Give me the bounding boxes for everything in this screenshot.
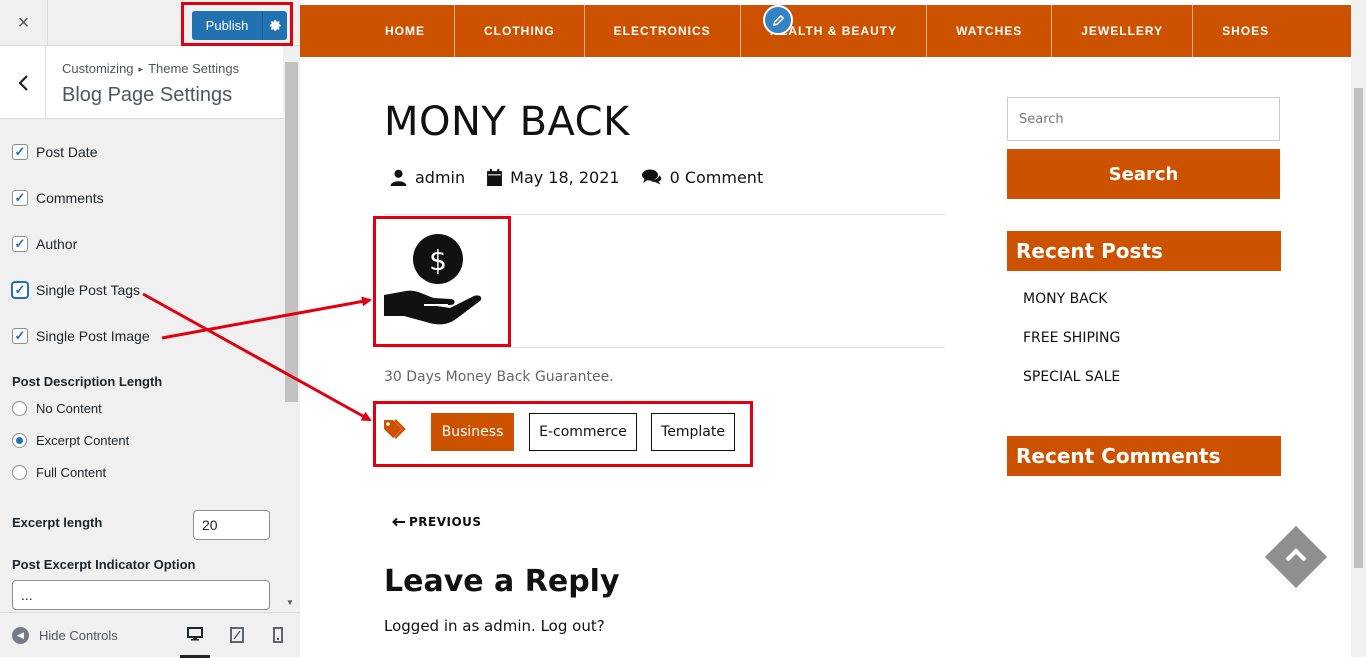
radio-button[interactable] bbox=[12, 464, 27, 480]
radio-full-content[interactable]: Full Content bbox=[12, 463, 106, 481]
gear-icon bbox=[269, 20, 281, 31]
post-author[interactable]: admin bbox=[415, 168, 465, 187]
recent-posts-title: Recent Posts bbox=[1007, 231, 1281, 271]
logged-in-text[interactable]: Logged in as admin. Log out? bbox=[384, 617, 605, 635]
tablet-icon bbox=[230, 627, 244, 643]
publish-button[interactable]: Publish bbox=[192, 11, 262, 40]
excerpt-length-label: Excerpt length bbox=[12, 515, 103, 530]
recent-post-link[interactable]: SPECIAL SALE bbox=[1023, 369, 1120, 385]
checkbox-single-post-tags[interactable]: ✓ Single Post Tags bbox=[12, 280, 140, 300]
chevron-left-icon bbox=[17, 74, 28, 91]
post-description-length-label: Post Description Length bbox=[12, 374, 163, 389]
comments-icon bbox=[641, 169, 662, 185]
arrow-left-icon bbox=[392, 517, 405, 527]
hide-controls-label: Hide Controls bbox=[39, 628, 118, 643]
checkbox-checked-icon[interactable]: ✓ bbox=[12, 190, 28, 206]
checkbox-author[interactable]: ✓ Author bbox=[12, 234, 77, 254]
publish-settings-button[interactable] bbox=[262, 11, 287, 40]
sidebar-scrollbar-thumb[interactable] bbox=[285, 62, 298, 402]
hide-controls-button[interactable]: ◀ Hide Controls bbox=[12, 627, 118, 644]
search-button[interactable]: Search bbox=[1007, 149, 1280, 199]
publish-highlight-box: Publish bbox=[181, 2, 293, 46]
checkbox-label: Author bbox=[36, 236, 78, 252]
mobile-icon bbox=[273, 627, 283, 643]
radio-label: Full Content bbox=[36, 464, 107, 480]
money-back-hand-icon: $ bbox=[384, 234, 482, 325]
site-preview: HOME CLOTHING ELECTRONICS HEALTH & BEAUT… bbox=[300, 0, 1366, 657]
customizer-header: × Publish bbox=[0, 0, 300, 46]
close-customizer-button[interactable]: × bbox=[0, 0, 48, 46]
nav-item-electronics[interactable]: ELECTRONICS bbox=[585, 5, 741, 57]
arrow-left-icon: ◀ bbox=[12, 627, 29, 644]
calendar-icon bbox=[487, 168, 503, 186]
section-title: Blog Page Settings bbox=[62, 84, 233, 106]
nav-item-jewellery[interactable]: JEWELLERY bbox=[1052, 5, 1194, 57]
recent-comments-title: Recent Comments bbox=[1007, 436, 1281, 476]
checkbox-checked-icon[interactable]: ✓ bbox=[12, 328, 28, 344]
nav-item-watches[interactable]: WATCHES bbox=[927, 5, 1053, 57]
checkbox-comments[interactable]: ✓ Comments bbox=[12, 188, 104, 208]
reply-title: Leave a Reply bbox=[384, 564, 620, 599]
svg-text:$: $ bbox=[429, 244, 447, 277]
breadcrumb-section: Theme Settings bbox=[148, 61, 240, 76]
customizer-footer: ◀ Hide Controls bbox=[0, 612, 300, 658]
recent-post-link[interactable]: FREE SHIPING bbox=[1023, 330, 1120, 346]
radio-label: Excerpt Content bbox=[36, 432, 130, 448]
nav-item-clothing[interactable]: CLOTHING bbox=[455, 5, 585, 57]
device-desktop-button[interactable] bbox=[180, 623, 210, 658]
nav-item-home[interactable]: HOME bbox=[356, 5, 455, 57]
checkbox-checked-icon[interactable]: ✓ bbox=[12, 144, 28, 160]
customizer-sidebar: × Publish Customizing ▸ Theme Settings Blo… bbox=[0, 0, 300, 658]
tag-template[interactable]: Template bbox=[651, 413, 735, 451]
checkbox-label: Post Date bbox=[36, 144, 98, 160]
back-button[interactable] bbox=[0, 46, 46, 119]
tags-icon bbox=[384, 419, 406, 439]
breadcrumb: Customizing ▸ Theme Settings bbox=[62, 61, 239, 76]
previous-label: PREVIOUS bbox=[409, 515, 482, 529]
checkbox-label: Single Post Tags bbox=[36, 282, 141, 298]
preview-scrollbar-thumb[interactable] bbox=[1354, 88, 1363, 568]
excerpt-length-input[interactable]: 20 bbox=[193, 510, 270, 540]
radio-label: No Content bbox=[36, 400, 102, 416]
radio-no-content[interactable]: No Content bbox=[12, 399, 102, 417]
post-meta: admin May 18, 2021 0 Comment bbox=[390, 165, 763, 189]
desktop-icon bbox=[187, 627, 203, 641]
meta-divider bbox=[384, 214, 945, 215]
primary-nav: HOME CLOTHING ELECTRONICS HEALTH & BEAUT… bbox=[300, 5, 1351, 57]
excerpt-indicator-label: Post Excerpt Indicator Option bbox=[12, 557, 196, 572]
checkbox-label: Comments bbox=[36, 190, 104, 206]
edit-shortcut-button[interactable] bbox=[763, 5, 793, 35]
excerpt-indicator-input[interactable]: ... bbox=[12, 580, 270, 610]
user-icon bbox=[390, 169, 407, 186]
device-mobile-button[interactable] bbox=[263, 623, 293, 647]
checkbox-checked-icon[interactable]: ✓ bbox=[12, 236, 28, 252]
checkbox-checked-icon[interactable]: ✓ bbox=[12, 282, 28, 298]
checkbox-post-date[interactable]: ✓ Post Date bbox=[12, 142, 97, 162]
checkbox-single-post-image[interactable]: ✓ Single Post Image bbox=[12, 326, 150, 346]
device-tablet-button[interactable] bbox=[222, 623, 252, 647]
pencil-icon bbox=[772, 14, 784, 26]
search-input[interactable]: Search bbox=[1007, 97, 1280, 141]
previous-post-link[interactable]: PREVIOUS bbox=[392, 515, 482, 529]
chevron-up-icon bbox=[1285, 548, 1307, 562]
image-divider bbox=[384, 347, 945, 348]
recent-post-link[interactable]: MONY BACK bbox=[1023, 291, 1107, 307]
featured-image-highlight-box: $ bbox=[373, 216, 511, 347]
checkbox-label: Single Post Image bbox=[36, 328, 150, 344]
breadcrumb-separator: ▸ bbox=[138, 64, 144, 74]
post-comments-count[interactable]: 0 Comment bbox=[670, 168, 764, 187]
section-header: Customizing ▸ Theme Settings Blog Page Set… bbox=[0, 46, 283, 119]
tag-business[interactable]: Business bbox=[431, 413, 514, 451]
breadcrumb-root: Customizing bbox=[62, 61, 134, 76]
close-icon: × bbox=[17, 11, 30, 34]
nav-item-shoes[interactable]: SHOES bbox=[1193, 5, 1298, 57]
radio-button[interactable] bbox=[12, 432, 27, 448]
radio-excerpt-content[interactable]: Excerpt Content bbox=[12, 431, 129, 449]
scroll-down-arrow-icon[interactable]: ▼ bbox=[286, 598, 294, 607]
post-title: MONY BACK bbox=[384, 99, 630, 145]
post-date[interactable]: May 18, 2021 bbox=[510, 168, 619, 187]
post-excerpt: 30 Days Money Back Guarantee. bbox=[384, 369, 614, 385]
tag-e-commerce[interactable]: E-commerce bbox=[529, 413, 637, 451]
radio-button[interactable] bbox=[12, 400, 27, 416]
